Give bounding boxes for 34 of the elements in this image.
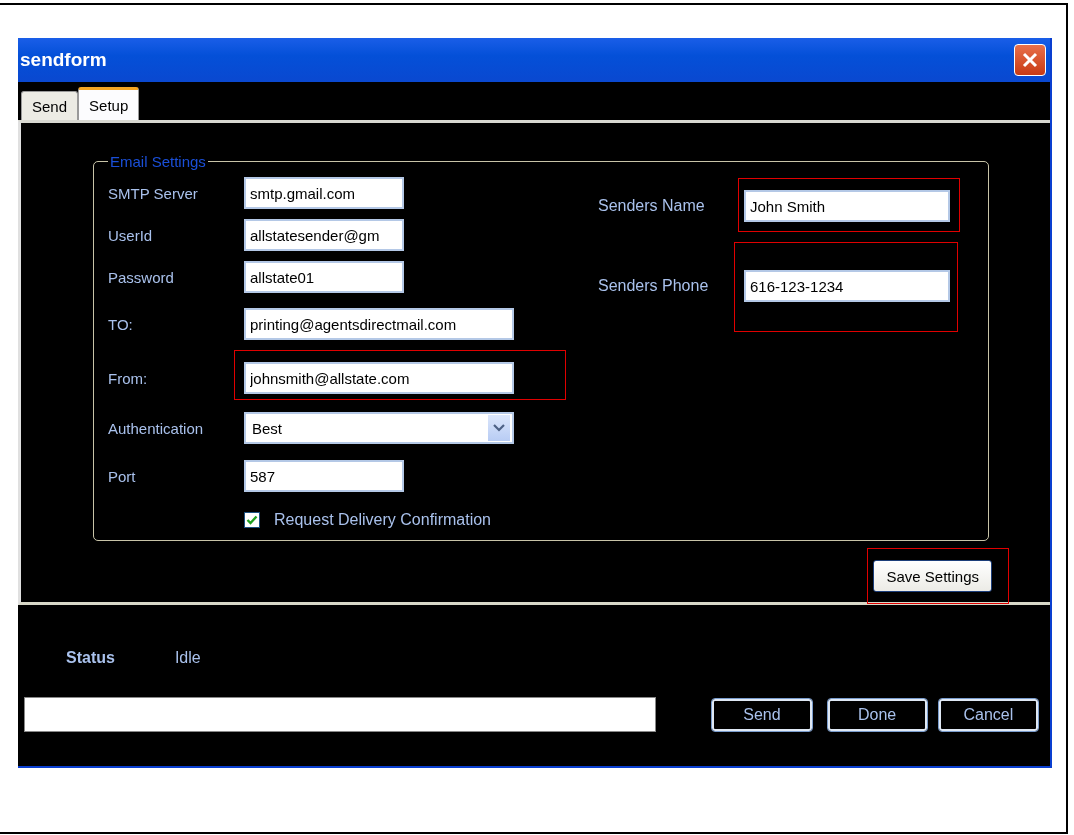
window-title: sendform	[20, 49, 107, 71]
close-button[interactable]	[1014, 44, 1046, 76]
text-field[interactable]: John Smith	[744, 190, 950, 222]
tab[interactable]: Send	[21, 91, 79, 120]
field-label: UserId	[108, 226, 154, 244]
text-field[interactable]: 587	[244, 460, 404, 492]
group-title: Email Settings	[109, 153, 207, 170]
field-label: Port	[108, 467, 137, 485]
text-field[interactable]: johnsmith@allstate.com	[244, 362, 514, 394]
checkbox[interactable]	[244, 512, 260, 528]
field-label: Senders Name	[598, 197, 706, 215]
dialog-button[interactable]: Send	[712, 698, 812, 731]
dialog-button[interactable]: Cancel	[938, 698, 1038, 731]
text-field[interactable]: allstatesender@gm	[244, 219, 404, 251]
dropdown[interactable]: Best	[244, 412, 514, 444]
close-icon	[1020, 50, 1040, 70]
text-field[interactable]: printing@agentsdirectmail.com	[244, 308, 514, 340]
field-label: SMTP Server	[108, 184, 199, 202]
save-settings-button[interactable]: Save Settings	[873, 560, 992, 592]
text-field[interactable]: 616-123-1234	[744, 270, 950, 302]
field-label: Authentication	[108, 419, 205, 437]
text-field[interactable]: smtp.gmail.com	[244, 177, 404, 209]
field-label: From:	[108, 369, 149, 387]
status-value: Idle	[174, 649, 201, 667]
status-label: Status	[66, 649, 115, 667]
chevron-down-icon	[488, 415, 510, 441]
field-label: Senders Phone	[598, 277, 710, 295]
dropdown-value: Best	[252, 419, 282, 437]
field-label: TO:	[108, 315, 134, 333]
tab[interactable]: Setup	[78, 87, 140, 120]
dialog-button[interactable]: Done	[827, 698, 927, 731]
checkbox-label: Request Delivery Confirmation	[274, 511, 491, 529]
text-field[interactable]: allstate01	[244, 261, 404, 293]
field-label: Password	[108, 268, 175, 286]
